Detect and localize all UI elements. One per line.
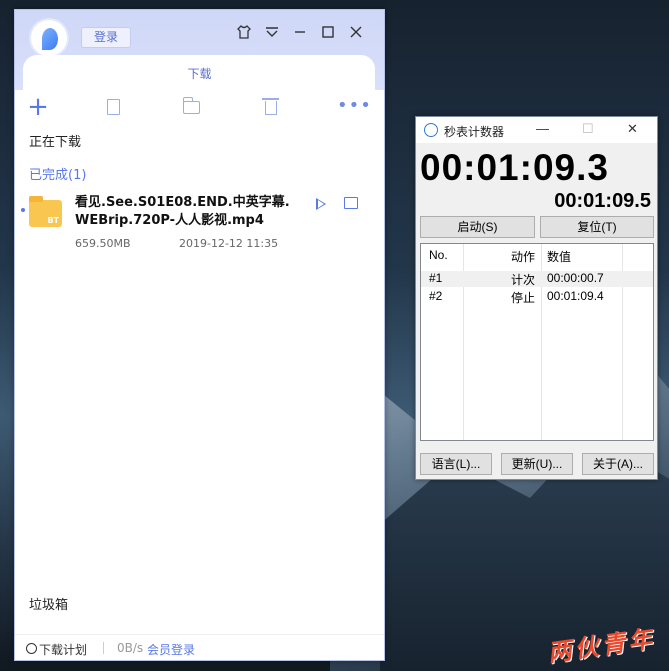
sub-time-display: 00:01:09.5: [554, 190, 651, 212]
play-icon[interactable]: [316, 198, 326, 210]
selection-dot: [21, 208, 25, 212]
maximize-icon[interactable]: [317, 24, 339, 46]
stopwatch-titlebar: 秒表计数器 — ☐ ✕: [416, 117, 657, 143]
open-folder-icon[interactable]: [344, 197, 358, 209]
task-size: 659.50MB: [75, 237, 131, 250]
main-time-display: 00:01:09.3: [420, 147, 609, 188]
menu-icon[interactable]: [261, 24, 283, 46]
row-no: #2: [429, 289, 443, 303]
skin-icon[interactable]: [233, 24, 255, 46]
status-bar: 下载计划 0B/s 会员登录: [15, 634, 384, 660]
list-item[interactable]: #1 计次 00:00:00.7: [421, 271, 653, 287]
close-icon[interactable]: ✕: [627, 121, 638, 137]
row-value: 00:00:00.7: [547, 271, 604, 285]
folder-icon[interactable]: [180, 96, 204, 120]
status-divider: [103, 642, 104, 654]
row-no: #1: [429, 271, 443, 285]
app-logo: [29, 18, 69, 58]
column-value[interactable]: 数值: [547, 248, 571, 265]
stopwatch-icon: [424, 123, 438, 137]
download-manager-window: 登录 下载 + ••• 正在下载 已完成(1) BT 看见.See.S01E08…: [14, 9, 385, 661]
column-action[interactable]: 动作: [511, 248, 535, 265]
row-value: 00:01:09.4: [547, 289, 604, 303]
start-button[interactable]: 启动(S): [420, 216, 535, 238]
add-icon[interactable]: +: [26, 94, 50, 120]
list-header: No. 动作 数值: [421, 248, 653, 264]
file-icon[interactable]: [102, 96, 126, 120]
trash-icon[interactable]: [259, 96, 283, 120]
tab-download[interactable]: 下载: [15, 65, 384, 82]
column-no[interactable]: No.: [429, 248, 448, 262]
section-downloading[interactable]: 正在下载: [29, 131, 81, 150]
clock-icon: [26, 643, 37, 654]
stopwatch-title: 秒表计数器: [444, 125, 505, 139]
trash-bin-item[interactable]: 垃圾箱: [29, 594, 68, 613]
reset-button[interactable]: 复位(T): [540, 216, 654, 238]
row-action: 计次: [511, 273, 536, 287]
update-button[interactable]: 更新(U)...: [501, 453, 573, 475]
bt-badge: BT: [47, 216, 59, 225]
task-name: 看见.See.S01E08.END.中英字幕.WEBrip.720P-人人影视.…: [75, 195, 290, 228]
maximize-icon[interactable]: ☐: [582, 121, 594, 137]
download-plan-link[interactable]: 下载计划: [39, 641, 87, 658]
language-button[interactable]: 语言(L)...: [420, 453, 492, 475]
speed-readout: 0B/s: [117, 641, 144, 655]
task-row[interactable]: BT 看见.See.S01E08.END.中英字幕.WEBrip.720P-人人…: [15, 188, 384, 258]
row-action: 停止: [511, 291, 536, 305]
section-completed[interactable]: 已完成(1): [29, 164, 86, 183]
about-button[interactable]: 关于(A)...: [582, 453, 654, 475]
minimize-icon[interactable]: [289, 24, 311, 46]
lap-list[interactable]: No. 动作 数值 #1 计次 00:00:00.7 #2 停止 00:01:0…: [420, 243, 654, 441]
minimize-icon[interactable]: —: [536, 121, 549, 136]
bt-file-icon: BT: [29, 196, 62, 227]
vip-login-link[interactable]: 会员登录: [147, 641, 195, 658]
list-item[interactable]: #2 停止 00:01:09.4: [421, 289, 653, 305]
close-icon[interactable]: [345, 24, 367, 46]
stopwatch-window: 秒表计数器 — ☐ ✕ 00:01:09.3 00:01:09.5 启动(S) …: [415, 116, 658, 480]
more-icon[interactable]: •••: [337, 96, 371, 120]
task-time: 2019-12-12 11:35: [179, 237, 279, 250]
login-button[interactable]: 登录: [81, 27, 131, 48]
